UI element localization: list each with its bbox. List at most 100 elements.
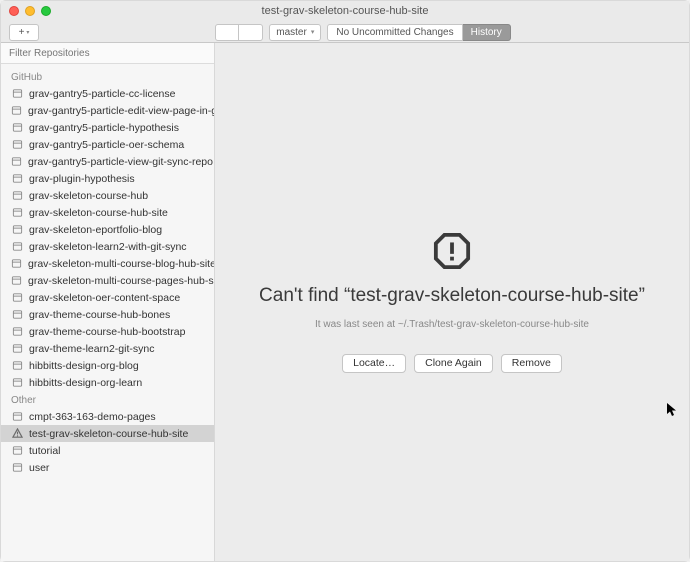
filter-input[interactable] [1,43,214,63]
locate-button[interactable]: Locate… [342,354,406,373]
toggle-branches-button[interactable] [239,24,263,41]
chevron-down-icon: ▾ [26,29,29,36]
repo-name: test-grav-skeleton-course-hub-site [29,428,188,440]
repo-item[interactable]: tutorial [1,442,214,459]
warning-icon [433,232,471,270]
sidebar: GitHub grav-gantry5-particle-cc-license gr… [1,43,215,561]
branch-label: master [276,27,307,38]
repo-item[interactable]: grav-skeleton-multi-course-blog-hub-site [1,255,214,272]
history-label: History [471,27,502,38]
missing-repo-title: Can't find “test-grav-skeleton-course-hu… [259,285,645,307]
group-label: GitHub [1,68,214,85]
repo-icon [11,88,23,100]
repo-item[interactable]: cmpt-363-163-demo-pages [1,408,214,425]
repo-item[interactable]: grav-theme-course-hub-bootstrap [1,323,214,340]
repo-name: grav-gantry5-particle-hypothesis [29,122,179,134]
repo-name: hibbitts-design-org-learn [29,377,142,389]
repo-item[interactable]: hibbitts-design-org-blog [1,357,214,374]
missing-repo-subtitle: It was last seen at ~/.Trash/test-grav-s… [315,319,589,330]
chevron-down-icon: ▾ [311,28,315,36]
repo-name: grav-gantry5-particle-edit-view-page-in-… [28,105,214,117]
warning-icon [11,428,23,440]
titlebar: test-grav-skeleton-course-hub-site + ▾ [1,1,689,43]
repo-icon [11,377,23,389]
repo-icon [11,292,23,304]
repo-icon [11,343,23,355]
repo-name: grav-skeleton-multi-course-blog-hub-site [28,258,214,270]
repo-item[interactable]: grav-gantry5-particle-hypothesis [1,119,214,136]
window-title: test-grav-skeleton-course-hub-site [262,5,429,17]
repo-name: hibbitts-design-org-blog [29,360,139,372]
close-window-button[interactable] [9,6,19,16]
filter-container [1,43,214,64]
repo-name: grav-theme-learn2-git-sync [29,343,154,355]
repo-icon [11,173,23,185]
repo-item[interactable]: grav-gantry5-particle-oer-schema [1,136,214,153]
repo-name: grav-theme-course-hub-bones [29,309,170,321]
repo-name: grav-skeleton-oer-content-space [29,292,180,304]
repo-name: grav-gantry5-particle-oer-schema [29,139,184,151]
repo-item[interactable]: grav-skeleton-multi-course-pages-hub-sit… [1,272,214,289]
repo-name: grav-gantry5-particle-view-git-sync-repo [28,156,213,168]
repo-icon [11,139,23,151]
repo-item[interactable]: grav-skeleton-learn2-with-git-sync [1,238,214,255]
history-button[interactable]: History [463,24,511,41]
repo-icon [11,105,22,117]
uncommitted-changes-button[interactable]: No Uncommitted Changes [327,24,462,41]
repo-name: grav-skeleton-learn2-with-git-sync [29,241,187,253]
repo-name: tutorial [29,445,61,457]
repo-name: grav-theme-course-hub-bootstrap [29,326,185,338]
repo-item[interactable]: grav-theme-course-hub-bones [1,306,214,323]
repo-icon [11,326,23,338]
minimize-window-button[interactable] [25,6,35,16]
group-label: Other [1,391,214,408]
repo-name: cmpt-363-163-demo-pages [29,411,156,423]
remove-button[interactable]: Remove [501,354,562,373]
repo-item[interactable]: grav-skeleton-course-hub [1,187,214,204]
repo-icon [11,122,23,134]
add-repo-button[interactable]: + ▾ [9,24,39,41]
repo-name: user [29,462,49,474]
repo-item[interactable]: grav-plugin-hypothesis [1,170,214,187]
cursor-icon [667,403,677,420]
repo-name: grav-skeleton-eportfolio-blog [29,224,162,236]
repo-name: grav-gantry5-particle-cc-license [29,88,175,100]
repo-icon [11,462,23,474]
repo-name: grav-skeleton-course-hub [29,190,148,202]
repo-name: grav-plugin-hypothesis [29,173,135,185]
main-panel: Can't find “test-grav-skeleton-course-hu… [215,43,689,561]
repo-icon [11,445,23,457]
action-row: Locate… Clone Again Remove [342,354,562,373]
repo-list[interactable]: GitHub grav-gantry5-particle-cc-license gr… [1,64,214,561]
branch-select[interactable]: master ▾ [269,24,321,41]
repo-item[interactable]: grav-gantry5-particle-cc-license [1,85,214,102]
repo-item[interactable]: grav-skeleton-course-hub-site [1,204,214,221]
body: GitHub grav-gantry5-particle-cc-license gr… [1,43,689,561]
repo-icon [11,241,23,253]
repo-icon [11,190,23,202]
repo-name: grav-skeleton-course-hub-site [29,207,168,219]
repo-name: grav-skeleton-multi-course-pages-hub-sit… [28,275,214,287]
repo-item[interactable]: grav-skeleton-oer-content-space [1,289,214,306]
repo-icon [11,224,23,236]
plus-icon: + [19,27,25,38]
repo-icon [11,309,23,321]
repo-icon [11,207,23,219]
repo-item[interactable]: grav-gantry5-particle-view-git-sync-repo [1,153,214,170]
repo-item[interactable]: hibbitts-design-org-learn [1,374,214,391]
maximize-window-button[interactable] [41,6,51,16]
repo-item[interactable]: grav-skeleton-eportfolio-blog [1,221,214,238]
repo-item[interactable]: grav-theme-learn2-git-sync [1,340,214,357]
repo-icon [11,258,22,270]
repo-icon [11,360,23,372]
app-window: test-grav-skeleton-course-hub-site + ▾ [0,0,690,562]
traffic-lights [9,6,51,16]
repo-item[interactable]: test-grav-skeleton-course-hub-site [1,425,214,442]
repo-item[interactable]: user [1,459,214,476]
repo-icon [11,275,22,287]
repo-item[interactable]: grav-gantry5-particle-edit-view-page-in-… [1,102,214,119]
toggle-sidebar-button[interactable] [215,24,239,41]
status-label: No Uncommitted Changes [336,27,453,38]
clone-again-button[interactable]: Clone Again [414,354,493,373]
repo-icon [11,156,22,168]
